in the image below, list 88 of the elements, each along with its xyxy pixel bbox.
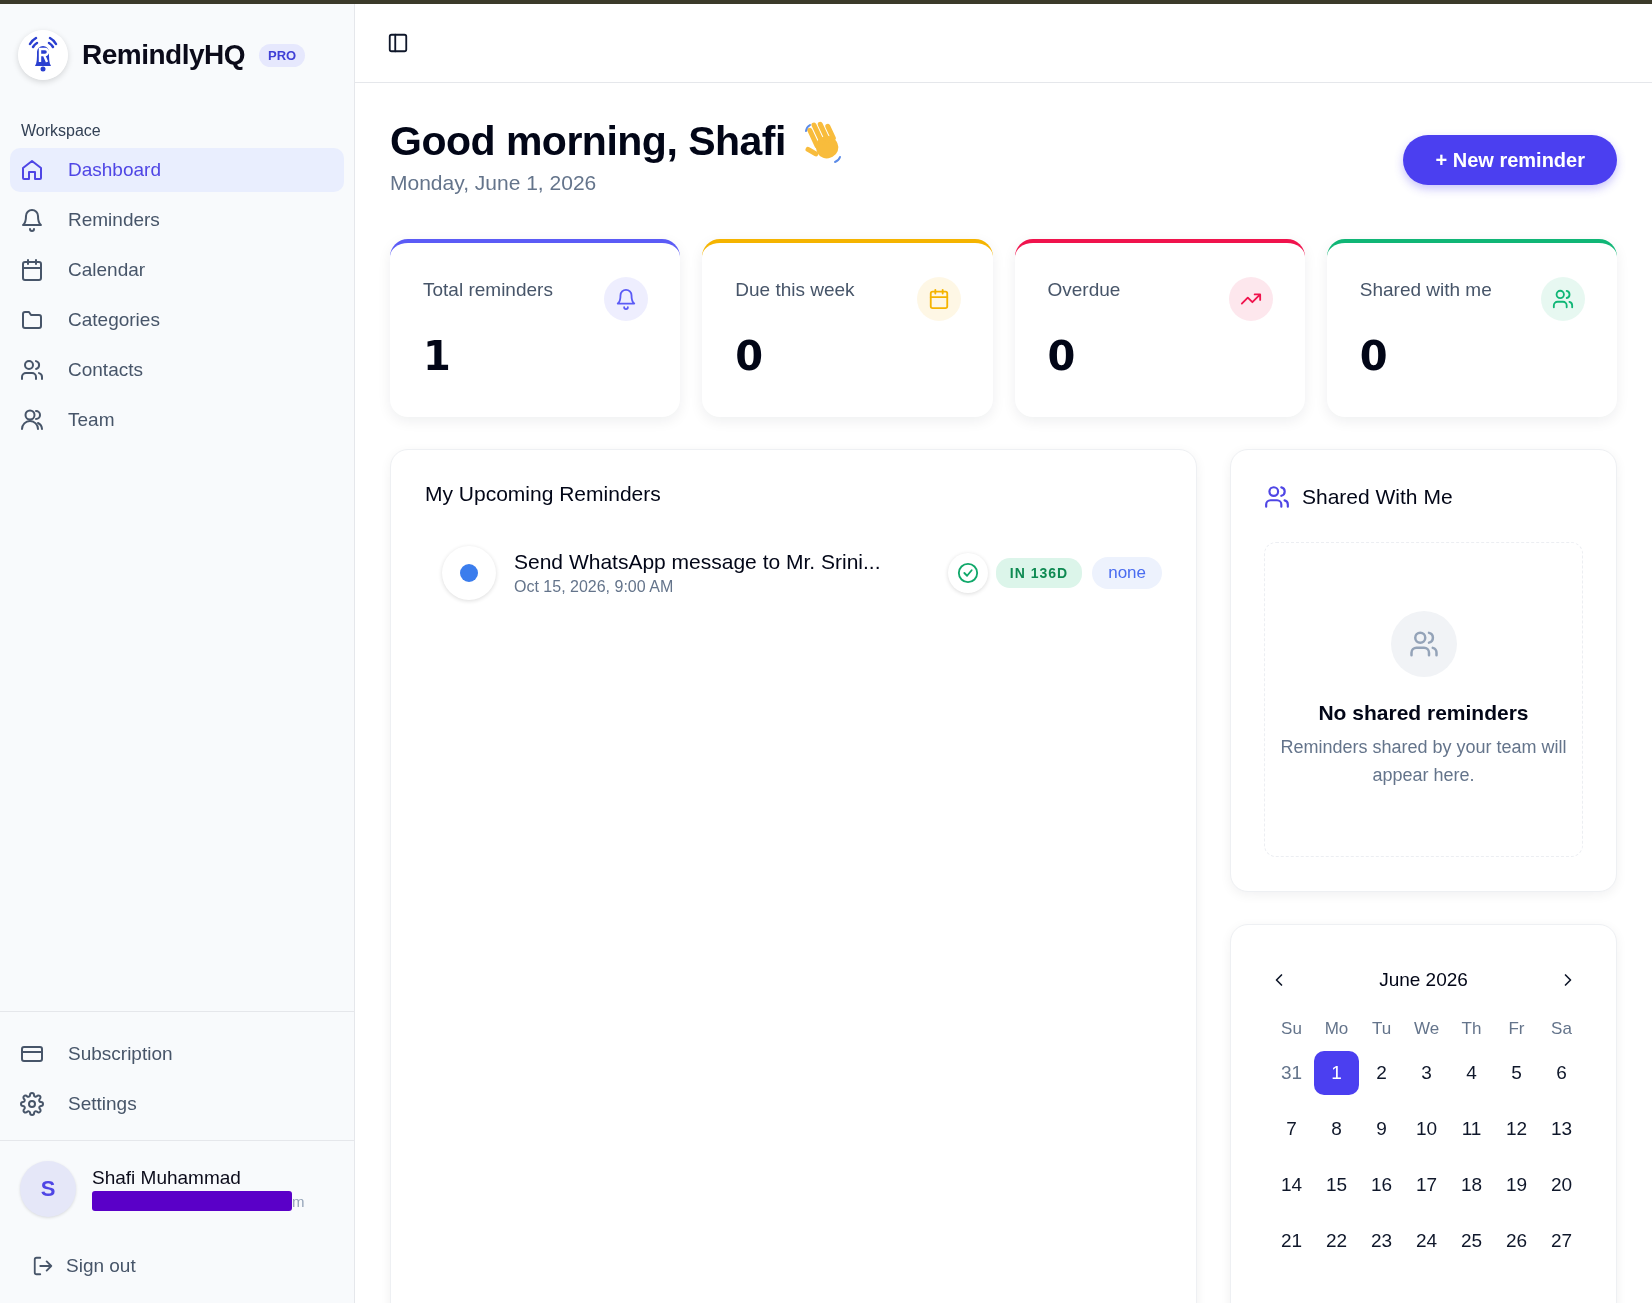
calendar-icon [20,258,44,282]
stat-label: Due this week [735,279,855,301]
nav-item[interactable]: Dashboard [10,148,344,192]
complete-button[interactable] [947,553,988,593]
sign-out-icon [32,1255,54,1277]
calendar-day[interactable]: 31 [1269,1051,1314,1095]
user-name: Shafi Muhammad [92,1167,242,1189]
calendar-day[interactable]: 5 [1494,1051,1539,1095]
bell-icon [615,288,638,310]
calendar-day[interactable]: 17 [1404,1163,1449,1207]
weekday-label: Mo [1323,1019,1350,1039]
status-dot [460,564,478,582]
empty-text: Reminders shared by your team will appear here. [1279,736,1568,787]
settings-icon [20,1092,44,1116]
calendar-day[interactable]: 25 [1449,1219,1494,1263]
calendar-day[interactable]: 21 [1269,1219,1314,1263]
category-tag: none [1092,557,1162,589]
nav-item[interactable]: Settings [10,1082,344,1126]
calendar-day[interactable]: 16 [1359,1163,1404,1207]
stat-value: 1 [423,333,452,379]
weekday-label: Fr [1507,1019,1526,1039]
nav-item[interactable]: Reminders [10,198,344,242]
reminder-time: Oct 15, 2026, 9:00 AM [514,578,675,596]
calendar-day[interactable]: 14 [1269,1163,1314,1207]
reminder-title[interactable]: Send WhatsApp message to Mr. Srini... [514,550,936,574]
nav-item[interactable]: Team [10,398,344,442]
card-title: Shared With Me [1302,485,1453,509]
nav-item[interactable]: Subscription [10,1032,344,1076]
nav-item[interactable]: Calendar [10,248,344,292]
new-reminder-button[interactable]: + New reminder [1403,135,1617,185]
calendar-day[interactable]: 10 [1404,1107,1449,1151]
calendar-day[interactable]: 15 [1314,1163,1359,1207]
users-icon [1408,629,1439,659]
weekday-label: Sa [1550,1019,1573,1039]
date-text: Monday, June 1, 2026 [390,171,598,195]
check-circle-icon [956,562,979,584]
calendar-day[interactable]: 4 [1449,1051,1494,1095]
brand-name: RemindlyHQ [82,39,246,71]
calendar-day[interactable]: 20 [1539,1163,1584,1207]
calendar-day[interactable]: 24 [1404,1219,1449,1263]
bell-icon [20,208,44,232]
calendar-day[interactable]: 22 [1314,1219,1359,1263]
stat-value: 0 [735,333,765,379]
calendar-day[interactable]: 6 [1539,1051,1584,1095]
sidebar-toggle-icon[interactable] [387,32,409,54]
calendar-day[interactable]: 9 [1359,1107,1404,1151]
calendar-day[interactable]: 3 [1404,1051,1449,1095]
calendar-day[interactable]: 26 [1494,1219,1539,1263]
nav-item[interactable]: Contacts [10,348,344,392]
calendar-day[interactable]: 13 [1539,1107,1584,1151]
calendar-day[interactable]: 2 [1359,1051,1404,1095]
weekday-label: Tu [1370,1019,1393,1039]
weekday-label: We [1412,1019,1441,1039]
calendar-day[interactable]: 7 [1269,1107,1314,1151]
section-label: Workspace [21,122,102,140]
stat-label: Total reminders [423,279,553,301]
card-title: My Upcoming Reminders [425,482,662,506]
users-icon [20,358,44,382]
plan-badge: PRO [259,43,306,67]
users-icon [1552,288,1574,310]
empty-title: No shared reminders [1318,701,1529,725]
sign-out-link[interactable]: Sign out [32,1255,354,1277]
user-avatar: S [20,1161,76,1217]
due-badge: IN 136D [995,558,1083,588]
stat-value: 0 [1359,333,1389,379]
nav-item[interactable]: Categories [10,298,344,342]
month-title: June 2026 [1379,969,1468,991]
weekday-label: Th [1460,1019,1483,1039]
folder-icon [20,308,44,332]
calendar-day[interactable]: 27 [1539,1219,1584,1263]
bell-logo-icon [18,30,68,80]
stat-label: Overdue [1047,279,1121,301]
calendar-day[interactable]: 12 [1494,1107,1539,1151]
calendar-day[interactable]: 11 [1449,1107,1494,1151]
calendar-icon [927,288,950,310]
calendar-day[interactable]: 8 [1314,1107,1359,1151]
home-icon [20,158,44,182]
calendar-day[interactable]: 1 [1314,1051,1359,1095]
calendar-day[interactable]: 18 [1449,1163,1494,1207]
calendar-day[interactable]: 23 [1359,1219,1404,1263]
users-icon [1264,484,1290,510]
user-email: m [292,1192,305,1210]
greeting-title: Good morning, Shafi [390,117,786,165]
stat-label: Shared with me [1359,279,1492,301]
calendar-day[interactable]: 19 [1494,1163,1539,1207]
weekday-label: Su [1280,1019,1303,1039]
users-icon [20,408,44,432]
stat-value: 0 [1047,333,1077,379]
